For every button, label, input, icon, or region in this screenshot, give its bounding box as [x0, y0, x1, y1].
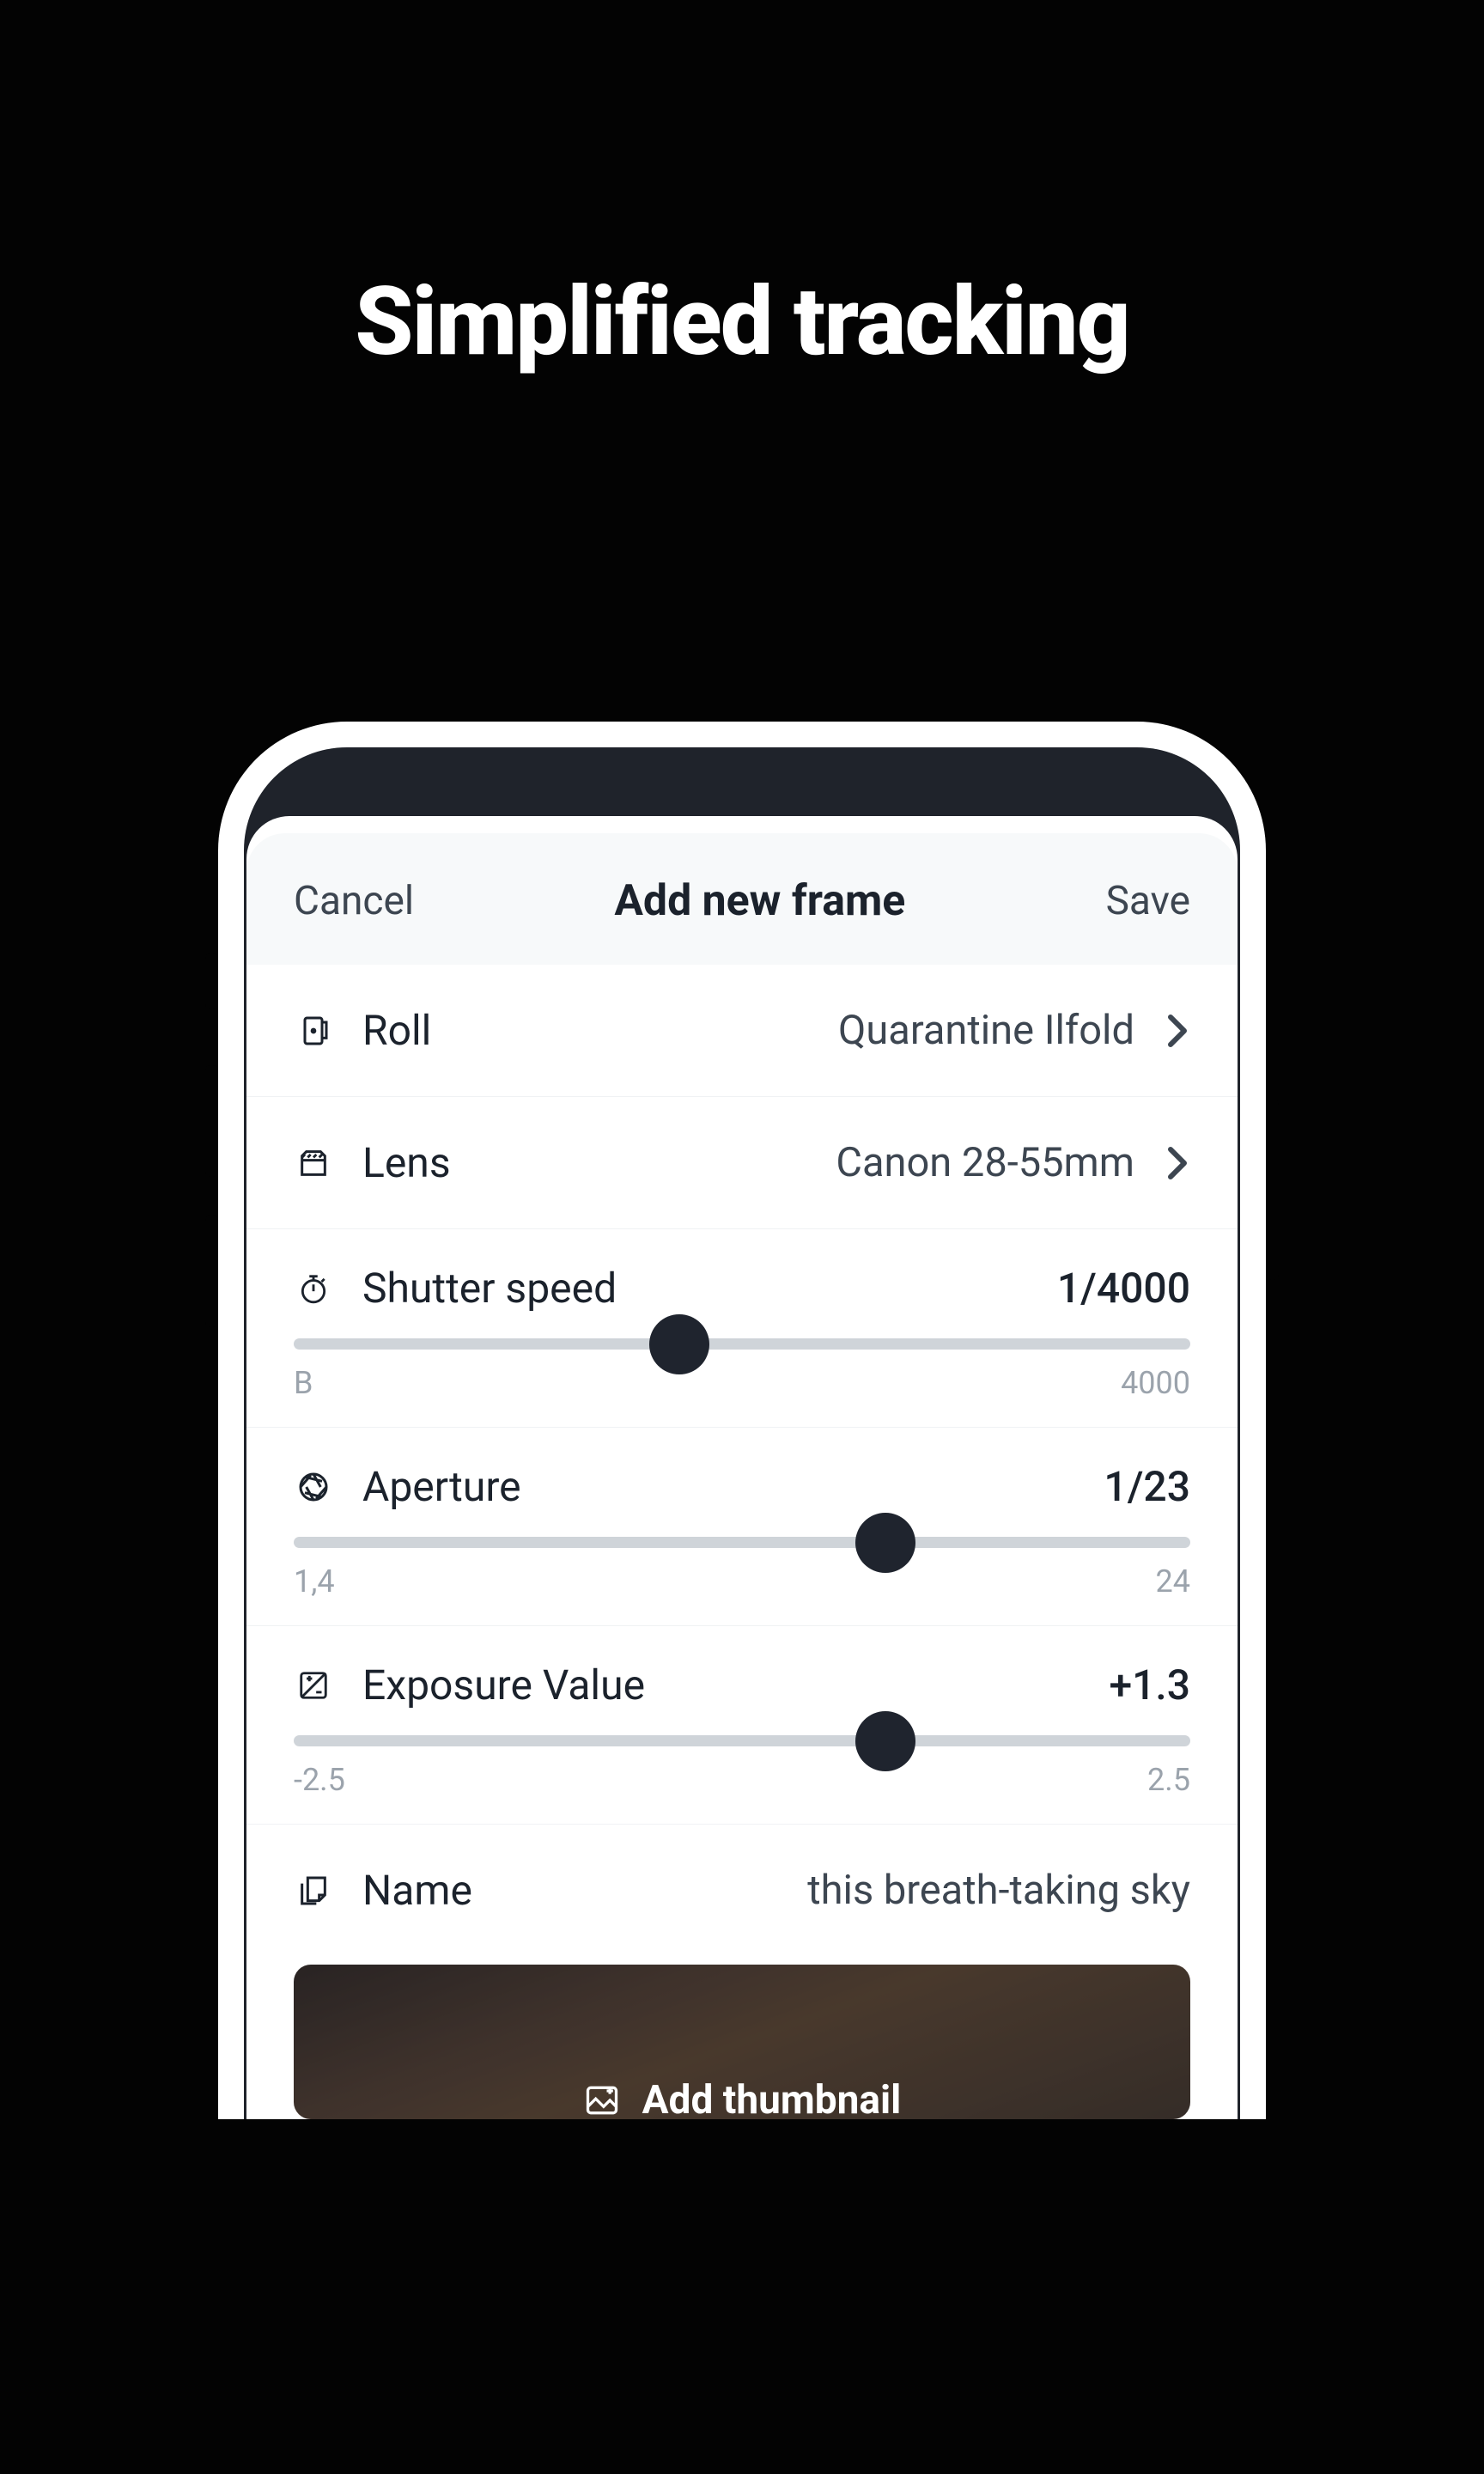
name-label: Name	[362, 1866, 807, 1915]
shutter-section: Shutter speed 1/4000 B 4000	[246, 1229, 1238, 1428]
add-frame-modal: Cancel Add new frame Save Roll Quarantin…	[246, 816, 1238, 2119]
lens-row[interactable]: Lens Canon 28-55mm	[246, 1097, 1238, 1229]
exposure-slider[interactable]	[294, 1735, 1190, 1746]
note-icon	[294, 1871, 332, 1910]
film-roll-icon	[294, 1011, 332, 1050]
lens-label: Lens	[362, 1138, 836, 1187]
exposure-section: Exposure Value +1.3 -2.5 2.5	[246, 1626, 1238, 1825]
roll-row[interactable]: Roll Quarantine Ilfold	[246, 965, 1238, 1097]
add-thumbnail-button[interactable]: Add thumbnail	[294, 1965, 1190, 2119]
modal-header: Cancel Add new frame Save	[246, 833, 1238, 965]
aperture-min: 1,4	[294, 1563, 335, 1600]
slider-thumb[interactable]	[855, 1513, 915, 1573]
roll-value: Quarantine Ilfold	[838, 1007, 1134, 1054]
exposure-max: 2.5	[1147, 1762, 1190, 1798]
name-row[interactable]: Name this breath-taking sky	[246, 1825, 1238, 1956]
chevron-right-icon	[1165, 1014, 1190, 1048]
modal-title: Add new frame	[614, 876, 905, 926]
phone-screen: Cancel Add new frame Save Roll Quarantin…	[244, 747, 1240, 2119]
aperture-label: Aperture	[362, 1462, 1104, 1511]
save-button[interactable]: Save	[1106, 878, 1190, 924]
cancel-button[interactable]: Cancel	[294, 878, 414, 924]
phone-side-button	[205, 954, 218, 1009]
aperture-icon	[294, 1467, 332, 1506]
name-value: this breath-taking sky	[807, 1867, 1190, 1914]
shutter-label: Shutter speed	[362, 1264, 1057, 1313]
exposure-min: -2.5	[294, 1762, 345, 1798]
thumbnail-label: Add thumbnail	[642, 2077, 902, 2119]
roll-label: Roll	[362, 1006, 838, 1055]
slider-thumb[interactable]	[649, 1314, 709, 1374]
add-image-icon	[583, 2081, 621, 2119]
phone-power-button	[1266, 1100, 1279, 1280]
exposure-label: Exposure Value	[362, 1661, 1109, 1709]
chevron-right-icon	[1165, 1146, 1190, 1180]
phone-volume-up	[205, 1065, 218, 1177]
phone-volume-down	[205, 1216, 218, 1327]
phone-frame: Cancel Add new frame Save Roll Quarantin…	[218, 722, 1266, 2119]
aperture-max: 24	[1156, 1563, 1190, 1600]
stopwatch-icon	[294, 1269, 332, 1307]
lens-icon	[294, 1143, 332, 1182]
shutter-max: 4000	[1121, 1365, 1190, 1401]
lens-value: Canon 28-55mm	[836, 1139, 1134, 1186]
shutter-min: B	[294, 1365, 313, 1401]
aperture-section: Aperture 1/23 1,4 24	[246, 1428, 1238, 1626]
exposure-value: +1.3	[1109, 1661, 1190, 1709]
exposure-icon	[294, 1666, 332, 1704]
slider-thumb[interactable]	[855, 1711, 915, 1771]
aperture-slider[interactable]	[294, 1537, 1190, 1548]
page-title: Simplified tracking	[0, 0, 1484, 377]
shutter-value: 1/4000	[1057, 1264, 1190, 1313]
shutter-slider[interactable]	[294, 1338, 1190, 1350]
aperture-value: 1/23	[1104, 1462, 1190, 1511]
